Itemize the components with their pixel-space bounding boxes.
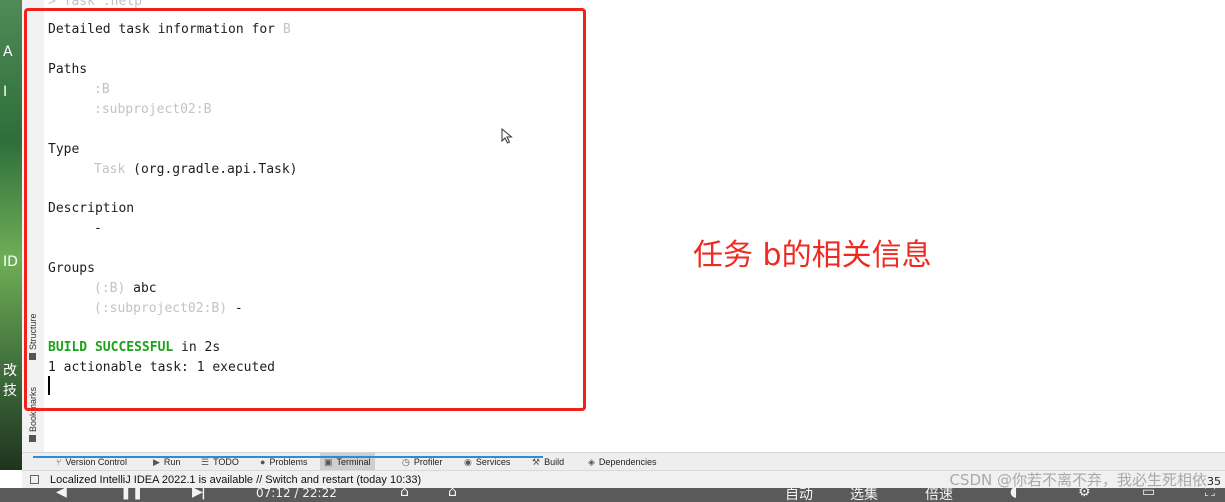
desktop-label-char: I bbox=[3, 84, 8, 100]
dependencies-icon: ◈ bbox=[588, 457, 595, 467]
fullscreen-icon[interactable]: ⛶ bbox=[1205, 488, 1215, 500]
previous-icon[interactable]: ◀ bbox=[56, 488, 67, 500]
highlight-box bbox=[24, 8, 586, 411]
player-time: 07:12 / 22:22 bbox=[256, 488, 337, 500]
window-icon[interactable] bbox=[30, 475, 39, 484]
tool-window-bar: ⑂ Version Control ▶ Run ☰ TODO ● Problems ▣ T… bbox=[22, 452, 1225, 471]
desktop-label-char: 技 bbox=[3, 383, 17, 399]
danmaku-settings-icon[interactable]: ⌂ bbox=[448, 488, 457, 500]
pause-icon[interactable]: ❚❚ bbox=[120, 488, 143, 500]
next-icon[interactable]: ▶▏ bbox=[192, 488, 214, 500]
autoplay-button[interactable]: 自动 bbox=[785, 488, 813, 502]
desktop-label-char: A bbox=[3, 44, 13, 60]
desktop-background-strip: A I ID 改 技 看 bbox=[0, 0, 22, 470]
tab-dependencies[interactable]: ◈ Dependencies bbox=[584, 453, 660, 471]
video-player-controls: ◀ ❚❚ ▶▏ 07:12 / 22:22 ⌂ ⌂ 自动 选集 倍速 ◖ ⚙ ▭… bbox=[0, 488, 1225, 502]
episodes-button[interactable]: 选集 bbox=[850, 488, 878, 502]
mouse-pointer-icon bbox=[501, 128, 513, 144]
pip-icon[interactable]: ▭ bbox=[1142, 488, 1155, 500]
status-bar: Localized IntelliJ IDEA 2022.1 is availa… bbox=[22, 470, 1225, 489]
annotation-text: 任务 b的相关信息 bbox=[693, 238, 932, 273]
bookmark-icon bbox=[29, 435, 37, 442]
status-message[interactable]: Localized IntelliJ IDEA 2022.1 is availa… bbox=[50, 471, 421, 489]
desktop-label-char: 改 bbox=[3, 363, 17, 379]
volume-icon[interactable]: ◖ bbox=[1010, 488, 1017, 500]
selection-underline bbox=[33, 456, 543, 458]
desktop-label-char: ID bbox=[3, 254, 18, 270]
settings-icon[interactable]: ⚙ bbox=[1078, 488, 1091, 500]
speed-button[interactable]: 倍速 bbox=[925, 488, 953, 502]
danmaku-icon[interactable]: ⌂ bbox=[400, 488, 409, 500]
